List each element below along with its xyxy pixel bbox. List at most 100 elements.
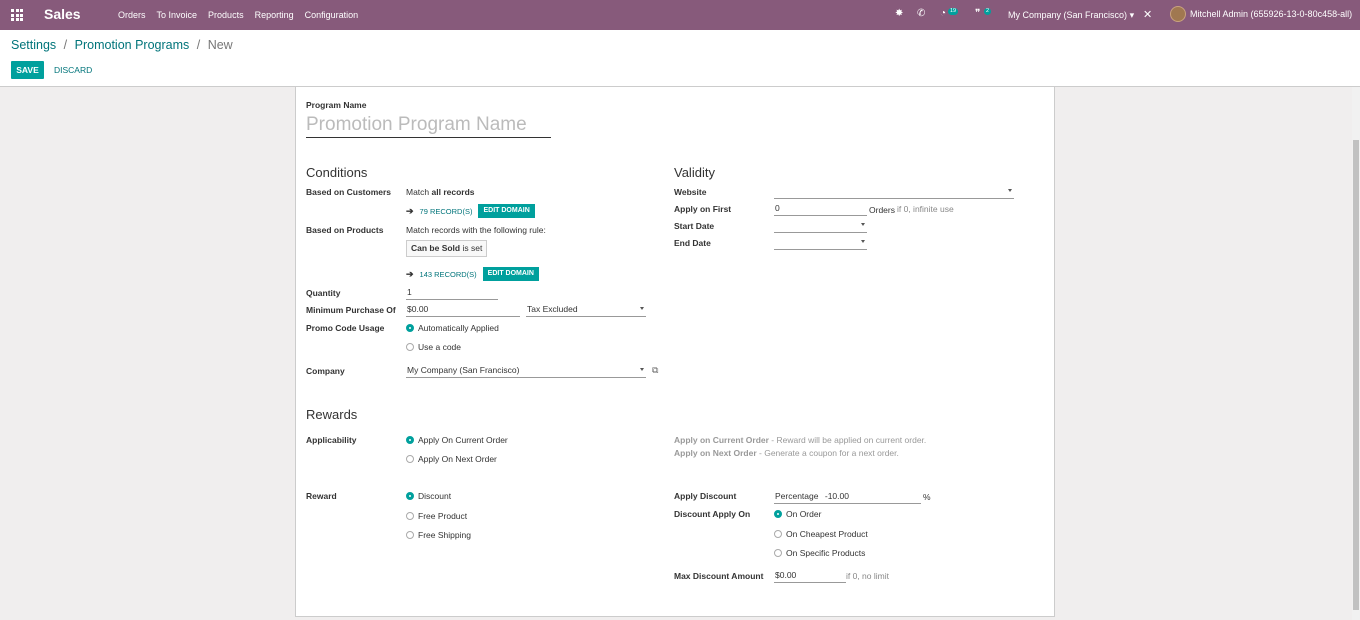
menu-item-reporting[interactable]: Reporting	[255, 10, 294, 20]
discount-value[interactable]: -10.00	[825, 491, 849, 501]
max-discount-field[interactable]: $0.00	[774, 569, 846, 583]
activity-icon[interactable]: ◔	[940, 8, 946, 19]
orders-help-text: if 0, infinite use	[897, 204, 954, 214]
customers-edit-domain-button[interactable]: EDIT DOMAIN	[478, 204, 535, 218]
breadcrumb-promotion-programs[interactable]: Promotion Programs	[75, 38, 190, 52]
apps-menu-icon[interactable]	[11, 9, 23, 21]
user-menu[interactable]: Mitchell Admin (655926-13-0-80c458-all)	[1170, 6, 1352, 22]
help-current-order-text: - Reward will be applied on current orde…	[768, 435, 927, 445]
apply-on-first-field[interactable]: 0	[774, 202, 867, 216]
promo-code-radio[interactable]	[406, 343, 414, 351]
min-purchase-field[interactable]: $0.00	[406, 303, 520, 317]
company-switcher-label: My Company (San Francisco)	[1008, 10, 1128, 20]
min-purchase-label: Minimum Purchase Of	[306, 305, 396, 315]
reward-free-product-radio[interactable]	[406, 512, 414, 520]
breadcrumb-separator: /	[63, 38, 68, 52]
scrollbar[interactable]	[1352, 87, 1360, 620]
customers-match-text: Match all records	[406, 187, 475, 197]
reward-discount-radio[interactable]	[406, 492, 414, 500]
external-link-icon[interactable]: ⧉	[652, 365, 658, 376]
apply-current-order-radio[interactable]	[406, 436, 414, 444]
user-name: Mitchell Admin (655926-13-0-80c458-all)	[1190, 9, 1353, 19]
menu-item-products[interactable]: Products	[208, 10, 244, 20]
max-discount-help: if 0, no limit	[846, 571, 889, 581]
apply-discount-field[interactable]: Percentage -10.00	[774, 490, 921, 504]
caret-down-icon	[640, 368, 644, 371]
discount-unit: %	[923, 492, 931, 502]
apply-on-order-label[interactable]: On Order	[786, 509, 821, 519]
messages-count-badge: 2	[984, 8, 992, 15]
apply-next-order-label[interactable]: Apply On Next Order	[418, 454, 497, 464]
company-switcher[interactable]: My Company (San Francisco) ▾	[1008, 10, 1134, 21]
max-discount-label: Max Discount Amount	[674, 571, 764, 581]
scrollbar-thumb[interactable]	[1353, 140, 1359, 610]
apply-on-cheapest-radio[interactable]	[774, 530, 782, 538]
products-domain-row: ➔ 143 RECORD(S) EDIT DOMAIN	[406, 267, 539, 281]
match-prefix: Match	[406, 187, 430, 197]
apply-on-specific-label[interactable]: On Specific Products	[786, 548, 865, 558]
products-match-rule-text: Match records with the following rule:	[406, 225, 546, 235]
based-on-customers-label: Based on Customers	[306, 187, 392, 197]
apply-on-order-radio[interactable]	[774, 510, 782, 518]
reward-free-shipping-label[interactable]: Free Shipping	[418, 530, 471, 540]
discount-apply-on-label: Discount Apply On	[674, 509, 751, 519]
discount-type-value[interactable]: Percentage	[775, 491, 818, 501]
avatar	[1170, 6, 1186, 22]
website-select[interactable]	[774, 185, 1014, 199]
reward-discount-label[interactable]: Discount	[418, 491, 451, 501]
menu-item-orders[interactable]: Orders	[118, 10, 146, 20]
program-name-input[interactable]	[306, 113, 551, 138]
main-menu: Orders To Invoice Products Reporting Con…	[118, 10, 358, 20]
quantity-field[interactable]: 1	[406, 286, 498, 300]
product-domain-rule[interactable]: Can be Sold is set	[406, 240, 488, 257]
promo-auto-radio[interactable]	[406, 324, 414, 332]
apply-discount-label: Apply Discount	[674, 491, 737, 501]
start-date-label: Start Date	[674, 221, 715, 231]
applicability-label: Applicability	[306, 435, 357, 445]
website-label: Website	[674, 187, 707, 197]
promo-code-option-label[interactable]: Use a code	[418, 342, 461, 352]
form-sheet: Program Name Conditions Based on Custome…	[295, 87, 1055, 617]
match-all-records: all records	[431, 187, 475, 197]
validity-title: Validity	[674, 165, 715, 180]
apply-on-specific-radio[interactable]	[774, 549, 782, 557]
arrow-right-icon: ➔	[406, 268, 414, 279]
help-current-order-bold: Apply on Current Order	[674, 435, 769, 445]
app-brand[interactable]: Sales	[44, 6, 81, 22]
apply-current-order-label[interactable]: Apply On Current Order	[418, 435, 508, 445]
discard-button[interactable]: DISCARD	[54, 65, 92, 75]
customers-domain-row: ➔ 79 RECORD(S) EDIT DOMAIN	[406, 204, 535, 218]
caret-down-icon	[861, 223, 865, 226]
save-button[interactable]: SAVE	[11, 61, 44, 79]
company-select[interactable]: My Company (San Francisco)	[406, 364, 646, 378]
menu-item-to-invoice[interactable]: To Invoice	[157, 10, 198, 20]
chat-icon[interactable]: ❞	[975, 8, 980, 19]
start-date-field[interactable]	[774, 219, 867, 233]
products-edit-domain-button[interactable]: EDIT DOMAIN	[482, 267, 539, 281]
apply-next-order-radio[interactable]	[406, 455, 414, 463]
program-name-label: Program Name	[306, 100, 367, 110]
menu-item-configuration[interactable]: Configuration	[305, 10, 359, 20]
apply-on-first-label: Apply on First	[674, 204, 732, 214]
based-on-products-label: Based on Products	[306, 225, 384, 235]
breadcrumb: Settings / Promotion Programs / New	[11, 38, 233, 52]
reward-free-product-label[interactable]: Free Product	[418, 511, 467, 521]
close-icon[interactable]: ✕	[1143, 8, 1152, 21]
products-records-link[interactable]: 143 RECORD(S)	[420, 270, 477, 279]
promo-auto-label[interactable]: Automatically Applied	[418, 323, 499, 333]
quantity-label: Quantity	[306, 288, 341, 298]
help-next-order-bold: Apply on Next Order	[674, 448, 757, 458]
end-date-field[interactable]	[774, 236, 867, 250]
breadcrumb-current: New	[207, 38, 233, 52]
bug-icon[interactable]: ✸	[895, 8, 903, 19]
breadcrumb-settings[interactable]: Settings	[11, 38, 56, 52]
reward-free-shipping-radio[interactable]	[406, 531, 414, 539]
orders-suffix: Orders	[869, 205, 895, 215]
tax-mode-value: Tax Excluded	[527, 304, 578, 314]
customers-records-link[interactable]: 79 RECORD(S)	[420, 207, 473, 216]
chevron-down-icon: ▾	[1129, 10, 1135, 20]
phone-icon[interactable]: ✆	[917, 8, 925, 19]
help-next-order-text: - Generate a coupon for a next order.	[756, 448, 899, 458]
tax-mode-select[interactable]: Tax Excluded	[526, 303, 646, 317]
apply-on-cheapest-label[interactable]: On Cheapest Product	[786, 529, 868, 539]
